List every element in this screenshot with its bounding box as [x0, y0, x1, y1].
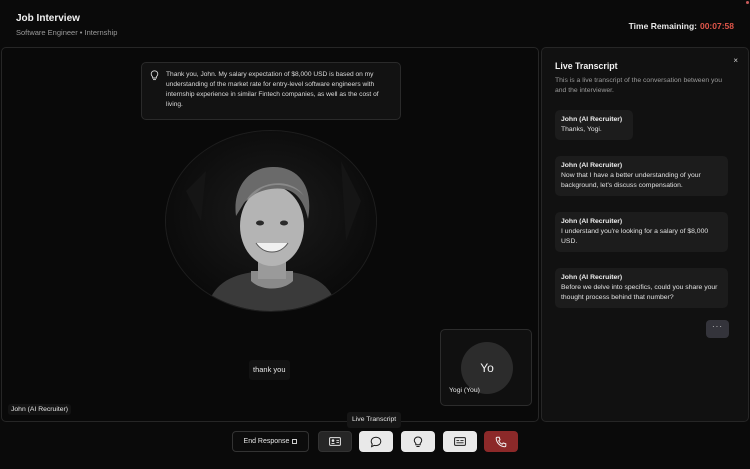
message-text: I understand you're looking for a salary…	[561, 228, 709, 245]
lightbulb-icon	[150, 70, 159, 81]
chat-bubble-icon	[370, 436, 382, 447]
timer-label: Time Remaining:	[628, 21, 697, 31]
message-text: Before we delve into specifics, could yo…	[561, 284, 718, 301]
captions-button[interactable]	[443, 431, 477, 452]
response-text: Thank you, John. My salary expectation o…	[166, 71, 379, 108]
message-text: Thanks, Yogi.	[561, 126, 602, 133]
transcript-message: John (AI Recruiter) Thanks, Yogi.	[555, 110, 633, 140]
message-text: Now that I have a better understanding o…	[561, 172, 701, 189]
live-transcript-panel: Live Transcript × This is a live transcr…	[541, 47, 749, 422]
phone-icon	[495, 436, 507, 447]
end-response-button[interactable]: End Response	[232, 431, 309, 452]
recruiter-name-label: John (AI Recruiter)	[8, 404, 72, 415]
message-speaker: John (AI Recruiter)	[561, 274, 623, 281]
response-bubble: Thank you, John. My salary expectation o…	[141, 62, 401, 120]
page-subtitle: Software Engineer • Internship	[16, 28, 118, 37]
message-speaker: John (AI Recruiter)	[561, 218, 623, 225]
header-bar: Job Interview Software Engineer • Intern…	[0, 0, 750, 46]
id-card-icon	[329, 437, 341, 446]
live-transcript-button[interactable]	[359, 431, 393, 452]
time-remaining: Time Remaining: 00:07:58	[629, 21, 734, 31]
live-caption: thank you	[249, 360, 290, 380]
page-title: Job Interview	[16, 13, 80, 24]
live-transcript-tooltip: Live Transcript	[347, 412, 402, 428]
message-speaker: John (AI Recruiter)	[561, 116, 623, 123]
leave-call-button[interactable]	[484, 431, 518, 452]
transcript-message: John (AI Recruiter) Now that I have a be…	[555, 156, 728, 196]
close-icon[interactable]: ×	[733, 56, 738, 65]
captions-icon	[454, 437, 466, 446]
more-options-button[interactable]: ···	[706, 320, 729, 338]
recruiter-avatar	[165, 130, 377, 312]
profile-card-button[interactable]	[318, 431, 352, 452]
status-dot	[746, 1, 749, 4]
recruiter-portrait	[166, 131, 376, 311]
hint-button[interactable]	[401, 431, 435, 452]
lightbulb-icon	[413, 435, 423, 447]
message-speaker: John (AI Recruiter)	[561, 162, 623, 169]
timer-value: 00:07:58	[699, 21, 734, 31]
transcript-title: Live Transcript	[555, 61, 618, 71]
stop-square-icon	[292, 439, 298, 444]
transcript-message: John (AI Recruiter) Before we delve into…	[555, 268, 728, 308]
self-video-tile: Yo Yogi (You)	[440, 329, 532, 406]
transcript-description: This is a live transcript of the convers…	[555, 77, 722, 94]
transcript-message: John (AI Recruiter) I understand you're …	[555, 212, 728, 252]
video-stage: Thank you, John. My salary expectation o…	[1, 47, 539, 422]
self-name-label: Yogi (You)	[449, 387, 480, 394]
end-response-label: End Response	[243, 438, 290, 445]
